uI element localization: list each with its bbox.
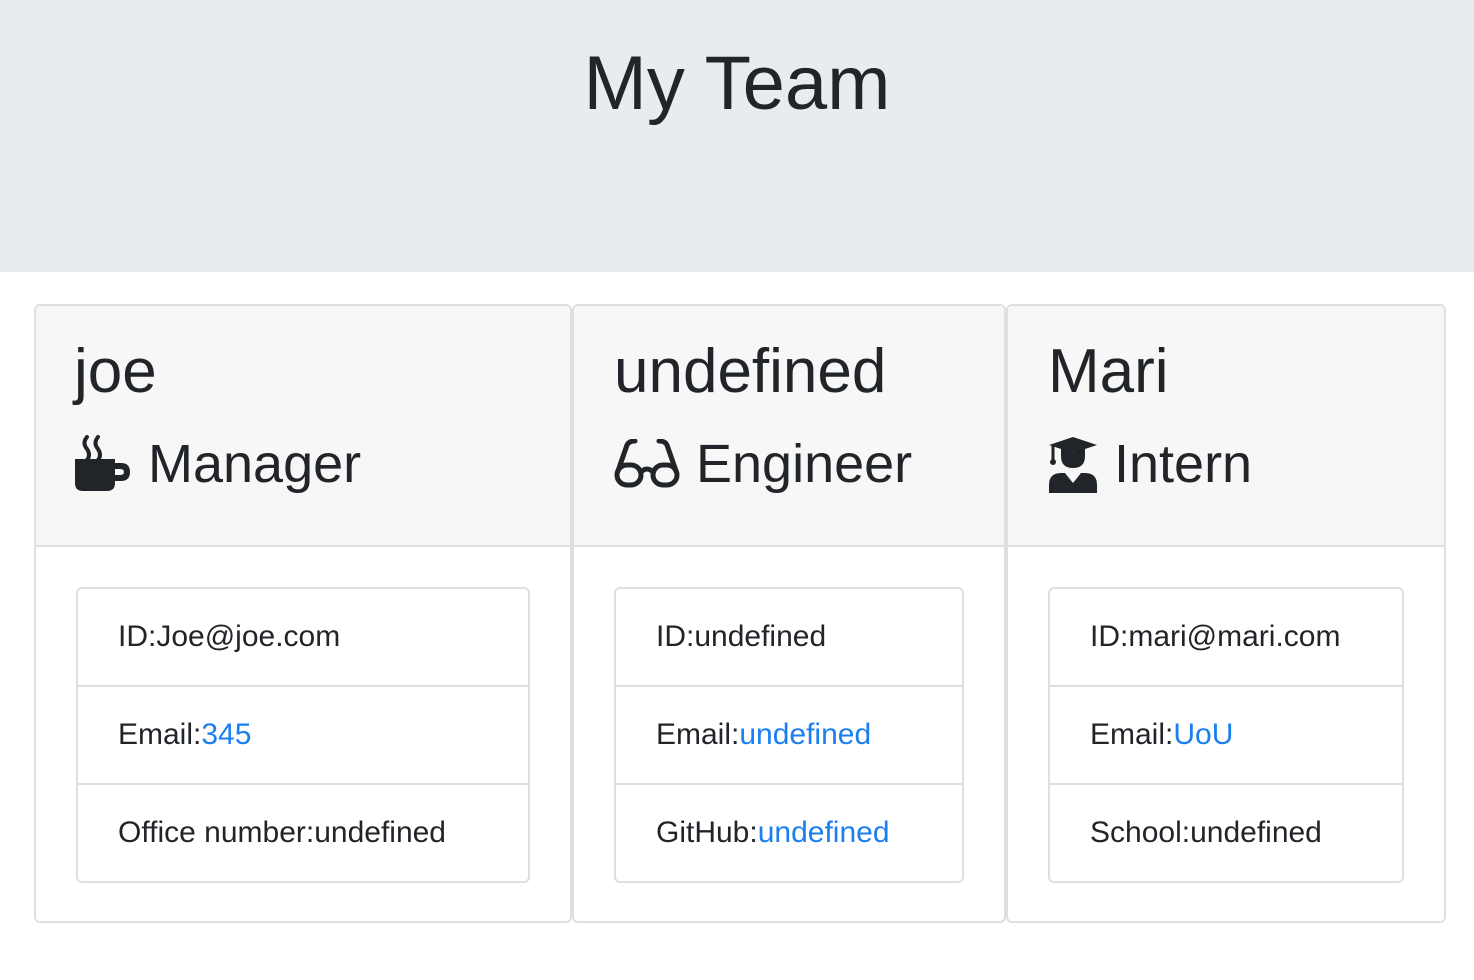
github-link[interactable]: undefined [758,816,890,850]
office-number-label: Office number: [118,816,315,849]
page-header: My Team [0,0,1474,272]
list-item-id: ID: undefined [616,589,962,687]
role-label: Manager [148,434,362,494]
email-label: Email: [118,718,202,751]
id-label: ID: [118,620,157,653]
employee-card-intern: Mari Intern ID: mari@mari.com Email: UoU… [1006,304,1446,923]
employee-card-manager: joe Manager ID: Joe@joe.com Email: 345 O… [34,304,572,923]
github-label: GitHub: [656,816,758,849]
employee-role: Manager [74,432,361,496]
id-value: undefined [694,620,827,653]
employee-name: Mari [1048,337,1169,406]
id-value: Joe@joe.com [156,620,341,653]
id-label: ID: [1090,620,1129,653]
id-label: ID: [656,620,695,653]
card-header: undefined Engineer [574,306,1004,547]
email-link[interactable]: 345 [201,718,251,752]
page-title: My Team [583,41,891,126]
info-list: ID: undefined Email: undefined GitHub: u… [614,587,964,883]
card-header: joe Manager [36,306,570,547]
glasses-icon [614,439,680,488]
coffee-mug-icon [75,435,130,491]
info-list: ID: Joe@joe.com Email: 345 Office number… [76,587,530,883]
school-label: School: [1090,816,1191,849]
email-label: Email: [656,718,740,751]
employee-card-engineer: undefined Engineer ID: undefined Email: … [572,304,1006,923]
role-label: Engineer [696,434,913,494]
list-item-id: ID: Joe@joe.com [78,589,528,687]
list-item-office-number: Office number: undefined [78,785,528,881]
graduate-icon [1049,437,1097,493]
employee-role: Intern [1048,432,1252,496]
id-value: mari@mari.com [1128,620,1341,653]
list-item-email: Email: undefined [616,687,962,785]
list-item-email: Email: 345 [78,687,528,785]
info-list: ID: mari@mari.com Email: UoU School: und… [1048,587,1404,883]
office-number-value: undefined [314,816,446,849]
email-label: Email: [1090,718,1174,751]
employee-name: joe [74,337,157,406]
card-header: Mari Intern [1008,306,1444,547]
list-item-email: Email: UoU [1050,687,1402,785]
email-link[interactable]: UoU [1173,718,1233,752]
employee-name: undefined [614,337,887,406]
employee-role: Engineer [614,432,912,496]
email-link[interactable]: undefined [739,718,871,752]
list-item-school: School: undefined [1050,785,1402,881]
role-label: Intern [1114,434,1253,494]
list-item-github: GitHub: undefined [616,785,962,881]
list-item-id: ID: mari@mari.com [1050,589,1402,687]
school-value: undefined [1190,816,1322,849]
